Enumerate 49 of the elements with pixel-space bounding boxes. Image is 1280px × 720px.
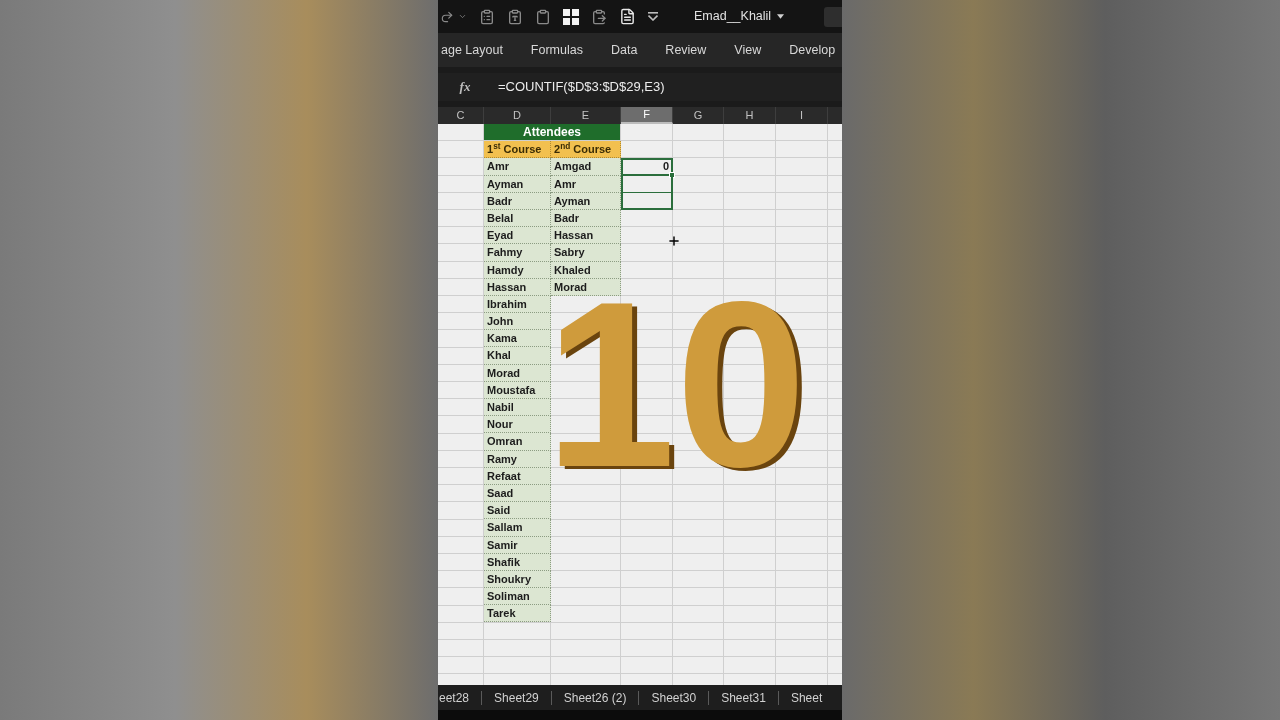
title-bar-field[interactable] <box>824 6 842 27</box>
formula-text[interactable]: =COUNTIF($D$3:$D$29,E3) <box>492 77 665 97</box>
fill-handle[interactable] <box>669 171 675 178</box>
table-cell: Nabil <box>484 399 551 417</box>
ribbon-tab[interactable]: Data <box>610 43 638 57</box>
table-cell: Omran <box>484 433 551 451</box>
sheet-tab[interactable]: Sheet30 <box>639 685 709 710</box>
account-name[interactable]: Emad__Khalil <box>694 7 772 26</box>
clipboard-arrow-icon[interactable] <box>591 8 607 25</box>
caret-down-icon[interactable] <box>777 14 785 19</box>
column-heading: 2$^{nd}$ Course <box>551 141 621 159</box>
grid-icon[interactable] <box>563 8 579 25</box>
table-cell: Nour <box>484 416 551 434</box>
clipboard-icon[interactable] <box>535 8 551 25</box>
customize-menu-icon[interactable] <box>648 12 658 21</box>
ribbon-tab[interactable]: Review <box>665 43 707 57</box>
chevron-down-icon[interactable] <box>458 12 467 21</box>
table-cell: Soliman <box>484 588 551 606</box>
table-cell: Khal <box>484 347 551 365</box>
table-cell: Sallam <box>484 519 551 537</box>
table-cell: Kama <box>484 330 551 348</box>
table-title: Attendees <box>484 124 621 142</box>
column-header[interactable]: F <box>621 107 673 124</box>
table-cell: Hassan <box>551 227 621 245</box>
ribbon-tab[interactable]: Develop <box>789 43 836 57</box>
ribbon-tab[interactable]: View <box>734 43 762 57</box>
ribbon-tab[interactable]: Formulas <box>530 43 583 57</box>
column-heading: 1$^{st}$ Course <box>484 141 551 159</box>
document-icon[interactable] <box>619 8 636 25</box>
table-cell: Fahmy <box>484 244 551 262</box>
ribbon-tab[interactable]: age Layout <box>441 43 503 57</box>
table-cell: Amgad <box>551 158 621 176</box>
sheet-tab[interactable]: eet28 <box>438 685 482 710</box>
sheet-tab[interactable]: Sheet29 <box>482 685 551 710</box>
clipboard-list-icon[interactable] <box>479 8 495 25</box>
sheet-tab[interactable]: Sheet26 (2) <box>551 685 639 710</box>
redo-icon[interactable] <box>440 9 454 24</box>
table-cell: John <box>484 313 551 331</box>
selected-cell: 0 <box>621 158 673 176</box>
sheet-tab[interactable]: Sheet <box>778 685 835 710</box>
crosshair-cursor-icon <box>667 234 681 248</box>
table-cell: Amr <box>484 158 551 176</box>
table-cell: Tarek <box>484 605 551 623</box>
table-cell: Sabry <box>551 244 621 262</box>
function-icon[interactable]: fx <box>459 77 471 97</box>
sheet-tab[interactable]: Sheet31 <box>709 685 778 710</box>
clipboard-letter-icon[interactable] <box>507 8 523 25</box>
table-cell: Eyad <box>484 227 551 245</box>
table-cell: Said <box>484 502 551 520</box>
